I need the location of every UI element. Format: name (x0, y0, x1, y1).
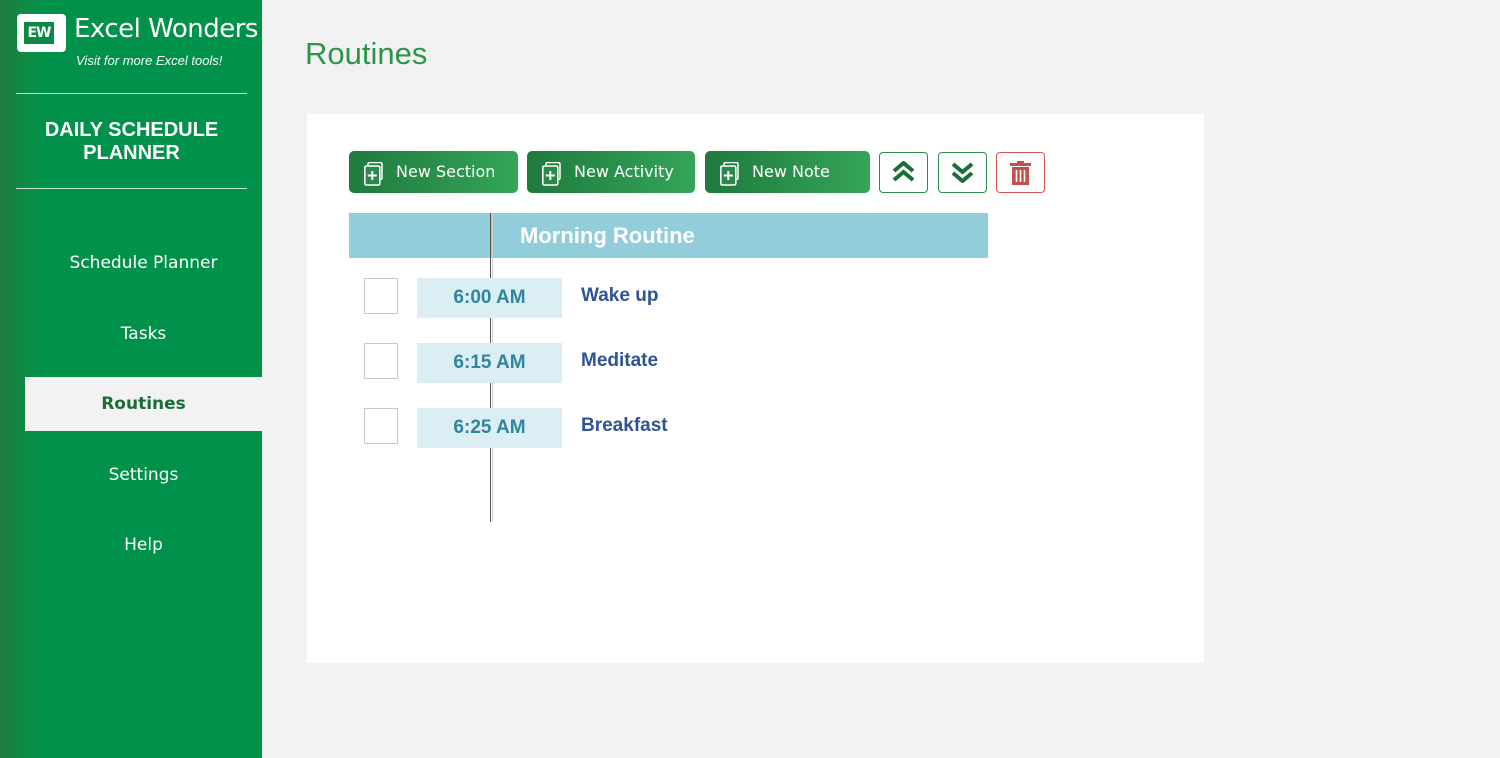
trash-icon (1010, 161, 1031, 185)
activity-name[interactable]: Breakfast (581, 415, 668, 437)
logo-mark: EW (24, 22, 54, 44)
add-document-icon (364, 160, 386, 202)
activity-time[interactable]: 6:15 AM (417, 343, 562, 383)
sidebar-item-tasks[interactable]: Tasks (25, 307, 262, 361)
sidebar-item-help[interactable]: Help (25, 518, 262, 572)
activity-name[interactable]: Wake up (581, 285, 658, 307)
activity-time[interactable]: 6:00 AM (417, 278, 562, 318)
page-title: Routines (305, 36, 428, 71)
new-section-label: New Section (396, 162, 496, 181)
new-activity-button[interactable]: New Activity (527, 151, 695, 193)
sidebar: EW Excel Wonders Visit for more Excel to… (0, 0, 262, 758)
section-header[interactable]: Morning Routine (349, 213, 988, 258)
sidebar-item-settings[interactable]: Settings (25, 448, 262, 502)
activity-name[interactable]: Meditate (581, 350, 658, 372)
activity-checkbox[interactable] (364, 278, 398, 314)
divider (16, 93, 247, 94)
add-document-icon (720, 160, 742, 202)
activity-checkbox[interactable] (364, 343, 398, 379)
move-down-button[interactable] (938, 152, 987, 193)
brand-logo[interactable]: EW (17, 14, 66, 52)
routines-panel: New Section New Activity New Note Mornin… (307, 114, 1204, 663)
sidebar-item-schedule-planner[interactable]: Schedule Planner (25, 236, 262, 290)
activity-time[interactable]: 6:25 AM (417, 408, 562, 448)
brand-tagline[interactable]: Visit for more Excel tools! (76, 53, 222, 68)
sidebar-item-routines[interactable]: Routines (25, 377, 262, 431)
double-chevron-up-icon (892, 161, 915, 182)
add-document-icon (542, 160, 564, 202)
brand-name[interactable]: Excel Wonders (74, 14, 258, 44)
divider (16, 188, 247, 189)
move-up-button[interactable] (879, 152, 928, 193)
app-title: DAILY SCHEDULE PLANNER (44, 119, 219, 164)
activity-checkbox[interactable] (364, 408, 398, 444)
new-note-button[interactable]: New Note (705, 151, 870, 193)
double-chevron-down-icon (951, 162, 974, 183)
delete-button[interactable] (996, 152, 1045, 193)
new-note-label: New Note (752, 162, 830, 181)
new-activity-label: New Activity (574, 162, 674, 181)
new-section-button[interactable]: New Section (349, 151, 518, 193)
section-title: Morning Routine (520, 223, 695, 248)
